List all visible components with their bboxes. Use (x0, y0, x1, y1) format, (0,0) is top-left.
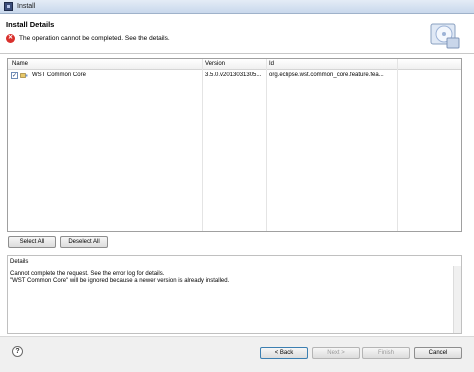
dialog-header: Install Details ✕ The operation cannot b… (0, 14, 474, 54)
back-button[interactable]: < Back (260, 347, 308, 359)
column-separator (266, 59, 267, 231)
column-separator (202, 59, 203, 231)
column-separator (397, 59, 398, 231)
feature-table: Name Version Id ✓ WST Common Core 3.5.0.… (7, 58, 462, 232)
app-icon (4, 2, 13, 11)
cancel-button[interactable]: Cancel (414, 347, 462, 359)
error-message: The operation cannot be completed. See t… (19, 35, 170, 42)
install-banner-icon (430, 23, 460, 49)
error-icon: ✕ (6, 34, 15, 43)
column-header-id[interactable]: Id (269, 61, 274, 67)
select-all-button[interactable]: Select All (8, 236, 56, 248)
row-id: org.eclipse.wst.common_core.feature.fea.… (269, 72, 384, 78)
table-header: Name Version Id (8, 59, 461, 70)
deselect-all-button[interactable]: Deselect All (60, 236, 108, 248)
column-header-version[interactable]: Version (205, 61, 225, 67)
details-scrollbar[interactable] (453, 266, 461, 333)
details-panel (7, 255, 462, 334)
column-header-name[interactable]: Name (12, 61, 28, 67)
row-version: 3.5.0.v2013031305... (205, 72, 262, 78)
feature-checkbox[interactable]: ✓ (11, 72, 18, 79)
details-text: Cannot complete the request. See the err… (10, 271, 450, 285)
title-bar: Install (0, 0, 474, 14)
details-label: Details (10, 259, 29, 265)
table-row[interactable]: ✓ WST Common Core 3.5.0.v2013031305... o… (8, 70, 461, 81)
window-title: Install (17, 3, 36, 10)
row-name: WST Common Core (32, 72, 86, 78)
plugin-icon (20, 73, 28, 78)
details-line-1: Cannot complete the request. See the err… (10, 271, 165, 277)
next-button[interactable]: Next > (312, 347, 360, 359)
finish-button[interactable]: Finish (362, 347, 410, 359)
help-icon[interactable]: ? (12, 346, 23, 357)
page-title: Install Details (6, 20, 55, 29)
details-line-2: "WST Common Core" will be ignored becaus… (10, 278, 230, 284)
